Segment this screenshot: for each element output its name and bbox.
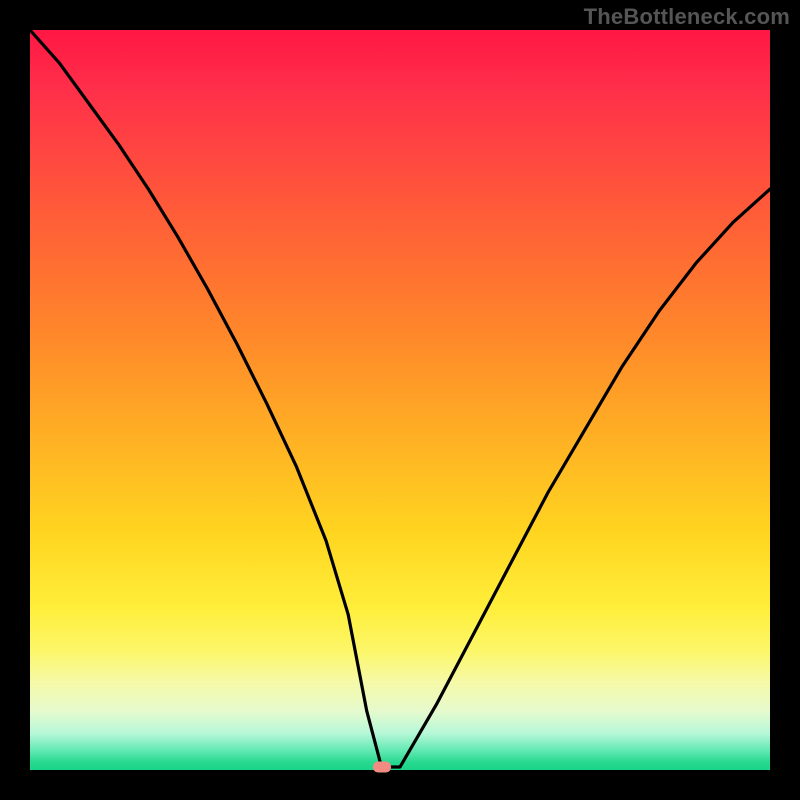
plot-area: [30, 30, 770, 770]
watermark-text: TheBottleneck.com: [584, 4, 790, 30]
current-config-marker: [373, 762, 391, 773]
curve-path: [30, 30, 770, 767]
bottleneck-curve: [30, 30, 770, 770]
chart-frame: TheBottleneck.com: [0, 0, 800, 800]
